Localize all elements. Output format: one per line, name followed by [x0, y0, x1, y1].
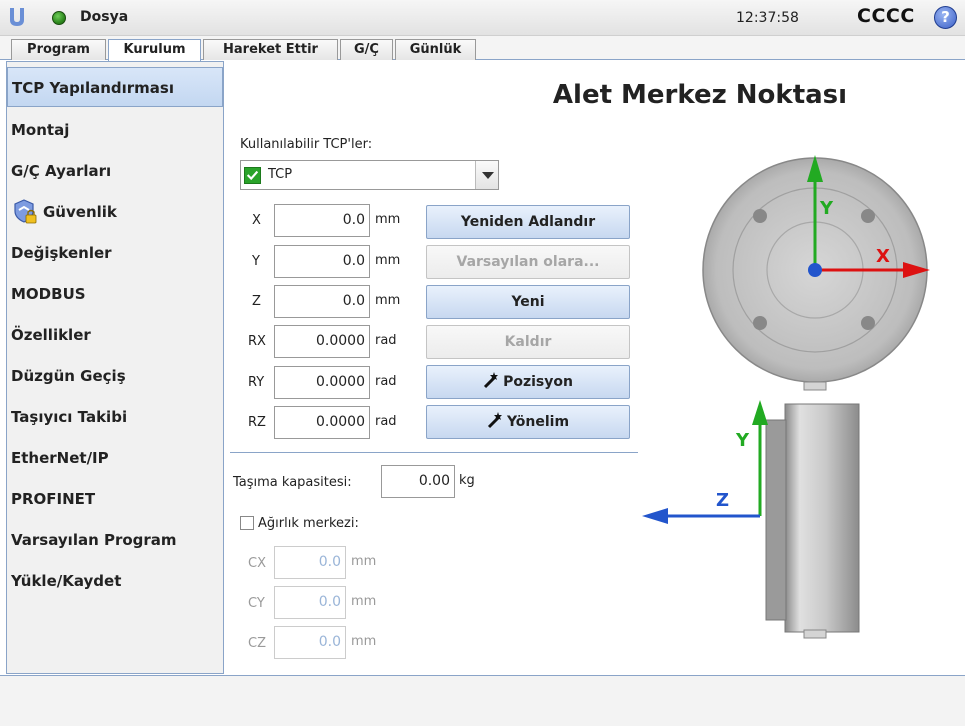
sidebar-item-label: Düzgün Geçiş	[11, 367, 126, 385]
tcp-select[interactable]: TCP	[240, 160, 499, 190]
sidebar-item-label: TCP Yapılandırması	[12, 79, 174, 97]
sidebar-item-label: MODBUS	[11, 285, 86, 303]
shield-lock-icon	[14, 199, 37, 224]
coord-field-x[interactable]: 0.0	[274, 204, 370, 237]
payload-unit: kg	[459, 473, 475, 488]
cog-label: Ağırlık merkezi:	[258, 516, 359, 531]
coord-field-ry[interactable]: 0.0000	[274, 366, 370, 399]
top-view-y-label: Y	[819, 198, 834, 219]
coord-field-y[interactable]: 0.0	[274, 245, 370, 278]
magic-wand-icon	[484, 372, 499, 389]
coord-unit-ry: rad	[375, 374, 397, 389]
payload-label: Taşıma kapasitesi:	[233, 475, 352, 490]
cog-field-cz[interactable]: 0.0	[274, 626, 346, 659]
sidebar-item-label: Yükle/Kaydet	[11, 572, 122, 590]
sidebar-item-profinet[interactable]: PROFINET	[7, 479, 223, 519]
coord-unit-rz: rad	[375, 414, 397, 429]
coord-label-rx: RX	[248, 334, 266, 349]
tab-program[interactable]: Program	[11, 39, 106, 60]
top-view-x-label: X	[876, 246, 890, 267]
remove-button[interactable]: Kaldır	[426, 325, 630, 359]
coord-label-y: Y	[252, 254, 260, 269]
coord-field-z[interactable]: 0.0	[274, 285, 370, 318]
coord-unit-y: mm	[375, 253, 401, 268]
position-label: Pozisyon	[503, 374, 573, 390]
flange-side-view	[784, 403, 860, 633]
coord-label-z: Z	[252, 294, 261, 309]
cog-unit-cy: mm	[351, 594, 377, 609]
coord-unit-rx: rad	[375, 333, 397, 348]
coord-unit-z: mm	[375, 293, 401, 308]
cog-label-cy: CY	[248, 596, 265, 611]
coord-label-rz: RZ	[248, 415, 266, 430]
orientation-wizard-button[interactable]: Yönelim	[426, 405, 630, 439]
sidebar-item-label: Değişkenler	[11, 244, 112, 262]
coord-unit-x: mm	[375, 212, 401, 227]
coord-label-ry: RY	[248, 375, 265, 390]
coord-field-rz[interactable]: 0.0000	[274, 406, 370, 439]
side-view-z-label: Z	[716, 490, 729, 511]
coord-field-rx[interactable]: 0.0000	[274, 325, 370, 358]
cog-label-cx: CX	[248, 556, 266, 571]
sidebar-item-io-setup[interactable]: G/Ç Ayarları	[7, 151, 223, 191]
sidebar-item-ethernet-ip[interactable]: EtherNet/IP	[7, 438, 223, 478]
sidebar-item-safety[interactable]: Güvenlik	[7, 192, 223, 232]
cog-field-cy[interactable]: 0.0	[274, 586, 346, 619]
cog-unit-cx: mm	[351, 554, 377, 569]
sidebar-item-default-program[interactable]: Varsayılan Program	[7, 520, 223, 560]
sidebar-item-smooth-transition[interactable]: Düzgün Geçiş	[7, 356, 223, 396]
tab-io[interactable]: G/Ç	[340, 39, 393, 60]
file-menu[interactable]: Dosya	[80, 9, 128, 25]
sidebar-item-variables[interactable]: Değişkenler	[7, 233, 223, 273]
available-tcps-label: Kullanılabilir TCP'ler:	[240, 137, 373, 152]
robot-name: CCCC	[857, 5, 915, 27]
sidebar-item-label: Varsayılan Program	[11, 531, 177, 549]
rename-button[interactable]: Yeniden Adlandır	[426, 205, 630, 239]
sidebar-item-label: Montaj	[11, 121, 70, 139]
sidebar-item-modbus[interactable]: MODBUS	[7, 274, 223, 314]
orientation-label: Yönelim	[506, 414, 570, 430]
position-wizard-button[interactable]: Pozisyon	[426, 365, 630, 399]
sidebar-item-tcp-configuration[interactable]: TCP Yapılandırması	[7, 67, 223, 107]
chevron-down-icon[interactable]	[475, 161, 498, 189]
sidebar: TCP Yapılandırması Montaj G/Ç Ayarları G…	[6, 61, 224, 674]
clock: 12:37:58	[736, 10, 799, 26]
ur-logo-icon	[10, 8, 24, 26]
magic-wand-icon	[487, 412, 502, 429]
payload-field[interactable]: 0.00	[381, 465, 455, 498]
tool-flange-diagram: Y X Y Z	[642, 155, 930, 639]
sidebar-item-mounting[interactable]: Montaj	[7, 110, 223, 150]
divider	[230, 452, 638, 453]
file-status-icon[interactable]	[52, 11, 66, 25]
cog-checkbox[interactable]	[240, 516, 254, 530]
checkmark-icon	[244, 167, 261, 184]
z-axis-arrow	[642, 508, 668, 524]
tab-log[interactable]: Günlük	[395, 39, 476, 60]
selected-tcp: TCP	[268, 167, 293, 182]
sidebar-item-label: Taşıyıcı Takibi	[11, 408, 128, 426]
status-bar	[0, 675, 965, 726]
set-default-button[interactable]: Varsayılan olara...	[426, 245, 630, 279]
sidebar-item-label: Güvenlik	[43, 203, 117, 221]
new-tcp-button[interactable]: Yeni	[426, 285, 630, 319]
cog-unit-cz: mm	[351, 634, 377, 649]
sidebar-item-conveyor-tracking[interactable]: Taşıyıcı Takibi	[7, 397, 223, 437]
sidebar-item-label: G/Ç Ayarları	[11, 162, 112, 180]
coord-label-x: X	[252, 213, 261, 228]
main-tabs: Program Kurulum Hareket Ettir G/Ç Günlük	[0, 36, 965, 61]
tab-installation[interactable]: Kurulum	[108, 39, 201, 61]
cog-label-cz: CZ	[248, 636, 266, 651]
sidebar-item-label: Özellikler	[11, 326, 91, 344]
sidebar-item-load-save[interactable]: Yükle/Kaydet	[7, 561, 223, 601]
page-title: Alet Merkez Noktası	[552, 80, 848, 110]
help-icon[interactable]: ?	[934, 6, 957, 29]
sidebar-item-label: EtherNet/IP	[11, 449, 109, 467]
tab-move[interactable]: Hareket Ettir	[203, 39, 338, 60]
title-bar: Dosya 12:37:58 CCCC ?	[0, 0, 965, 36]
side-view-y-label: Y	[735, 430, 750, 451]
cog-field-cx[interactable]: 0.0	[274, 546, 346, 579]
sidebar-item-features[interactable]: Özellikler	[7, 315, 223, 355]
sidebar-item-label: PROFINET	[11, 490, 96, 508]
